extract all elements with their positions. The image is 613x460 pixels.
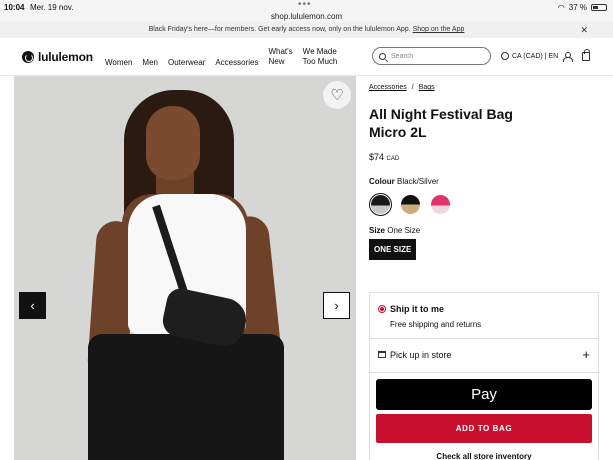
colour-value: Black/Silver [397, 177, 439, 186]
nav-whats-new-line1: What's [268, 47, 293, 56]
status-bar: 10:04 Mer. 19 nov. ••• shop.lululemon.co… [0, 0, 613, 22]
swatch-fill [401, 195, 420, 214]
model-pants [88, 334, 284, 460]
colour-row: Colour Black/Silver [369, 177, 599, 186]
status-date: Mer. 19 nov. [30, 3, 74, 12]
swatch-fill [371, 195, 390, 214]
battery-percent: 37 % [568, 3, 587, 12]
close-icon[interactable]: ✕ [580, 22, 588, 38]
search-placeholder: Search [391, 52, 414, 60]
nav-women[interactable]: Women [105, 58, 132, 67]
price-amount: $74 [369, 152, 385, 162]
breadcrumb: Accessories / Bags [369, 84, 599, 91]
logo-mark-icon [22, 51, 34, 63]
plus-icon[interactable]: + [582, 347, 590, 362]
swatch-black-gold[interactable] [399, 193, 422, 216]
next-image-button[interactable]: › [323, 292, 350, 319]
wifi-icon: ◠ [557, 3, 565, 12]
nav-whats-new[interactable]: What's New [268, 47, 292, 67]
search-input[interactable]: Search [372, 47, 491, 65]
globe-icon [501, 52, 509, 60]
battery-icon [591, 4, 607, 11]
nav-whats-new-line2: New [268, 57, 285, 66]
size-row: Size One Size [369, 226, 599, 235]
product-price: $74 CAD [369, 152, 599, 162]
swatch-fill [431, 195, 450, 214]
address-bar[interactable]: shop.lululemon.com [0, 12, 613, 21]
add-to-bag-button[interactable]: ADD TO BAG [376, 414, 592, 443]
swatch-pink[interactable] [429, 193, 452, 216]
locale-text: CA (CAD) | EN [512, 52, 559, 60]
product-image[interactable]: ♡ ‹ › [14, 76, 356, 460]
logo[interactable]: lululemon [22, 50, 93, 64]
fulfilment-panel: Ship it to me Free shipping and returns … [369, 292, 599, 460]
promo-link[interactable]: Shop on the App [413, 26, 465, 33]
size-label: Size [369, 226, 386, 235]
locale-selector[interactable]: CA (CAD) | EN [501, 52, 558, 60]
nav-wmtm-line2: Too Much [302, 57, 338, 66]
nav-men[interactable]: Men [142, 58, 158, 67]
tab-menu-dots-icon[interactable]: ••• [298, 0, 312, 10]
breadcrumb-separator: / [411, 84, 414, 91]
previous-image-button[interactable]: ‹ [19, 292, 46, 319]
site-header: lululemon Women Men Outerwear Accessorie… [0, 38, 613, 76]
product-details: Accessories / Bags All Night Festival Ba… [369, 84, 599, 260]
shopping-bag-icon[interactable] [582, 49, 590, 61]
logo-text: lululemon [38, 50, 93, 64]
main-nav: Women Men Outerwear Accessories What's N… [105, 38, 337, 76]
ship-subtitle: Free shipping and returns [390, 320, 482, 329]
pickup-title: Pick up in store [390, 350, 452, 360]
colour-swatches [369, 193, 599, 216]
account-icon[interactable] [563, 52, 573, 62]
radio-selected-icon[interactable] [378, 305, 386, 313]
nav-outerwear[interactable]: Outerwear [168, 58, 205, 67]
chevron-left-icon: ‹ [30, 298, 35, 313]
apple-pay-label: Pay [471, 386, 497, 403]
model-face [146, 106, 200, 180]
check-inventory-link[interactable]: Check all store inventory [370, 452, 598, 460]
size-one-size-button[interactable]: ONE SIZE [369, 239, 417, 260]
colour-label: Colour [369, 177, 395, 186]
product-title: All Night Festival Bag Micro 2L [369, 106, 513, 140]
apple-pay-button[interactable]: Pay [376, 379, 592, 410]
swatch-black-silver[interactable] [369, 193, 392, 216]
status-time: 10:04 [4, 3, 25, 12]
nav-we-made-too-much[interactable]: We Made Too Much [303, 47, 338, 67]
breadcrumb-bags[interactable]: Bags [419, 84, 435, 91]
promo-banner: Black Friday's here—for members. Get ear… [0, 22, 613, 38]
breadcrumb-accessories[interactable]: Accessories [369, 84, 407, 91]
status-right: ◠ 37 % [558, 3, 607, 12]
store-icon [378, 351, 386, 358]
size-value: One Size [387, 226, 421, 235]
search-icon [379, 52, 386, 60]
chevron-right-icon: › [334, 298, 339, 313]
heart-icon[interactable]: ♡ [323, 81, 351, 109]
ship-title: Ship it to me [390, 304, 444, 314]
nav-accessories[interactable]: Accessories [215, 58, 258, 67]
nav-wmtm-line1: We Made [302, 47, 337, 56]
price-currency: CAD [386, 156, 400, 162]
promo-text: Black Friday's here—for members. Get ear… [148, 26, 411, 33]
pickup-option[interactable]: Pick up in store + [370, 339, 598, 373]
ship-option[interactable]: Ship it to me Free shipping and returns [370, 293, 598, 339]
